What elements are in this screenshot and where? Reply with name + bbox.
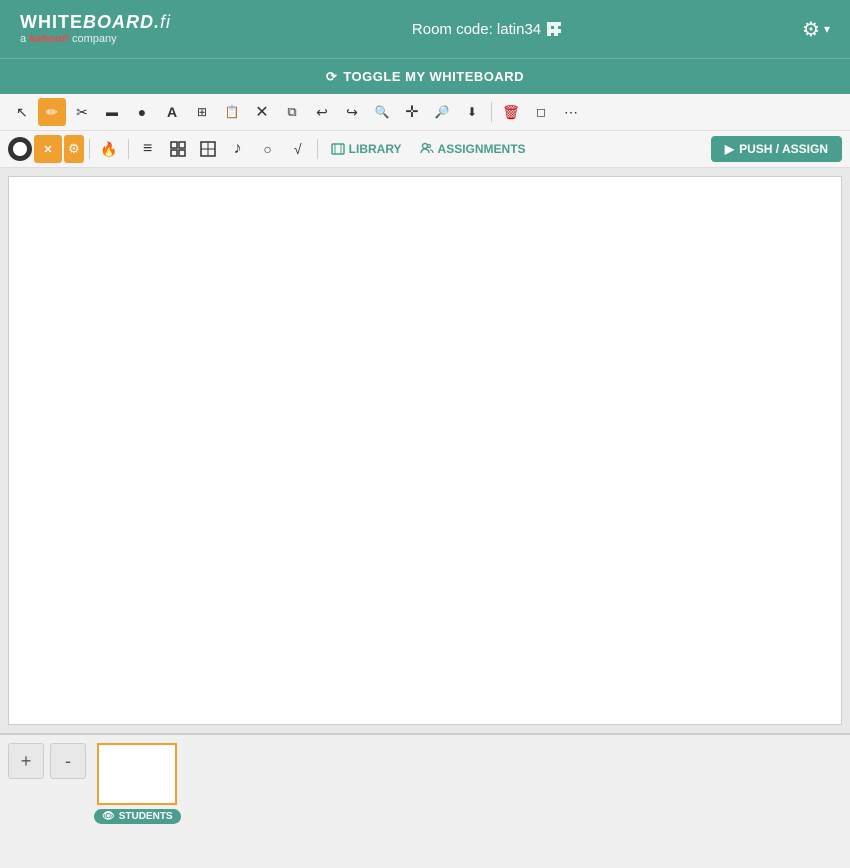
more-tool[interactable]: ⋯ [557, 98, 585, 126]
push-icon: ▶ [725, 142, 734, 156]
assignments-btn[interactable]: ASSIGNMENTS [412, 138, 534, 160]
students-eye-icon: 👁 [102, 811, 115, 822]
header: WHITEBOARD.fi a kahoot! company Room cod… [0, 0, 850, 58]
grid2-icon [200, 141, 216, 157]
lines-btn[interactable]: ≡ [134, 135, 162, 163]
bottom-panel: + - 👁 STUDENTS [0, 733, 850, 841]
chevron-down-icon: ▾ [824, 22, 830, 36]
page-thumbnail-area: 👁 STUDENTS [94, 743, 181, 824]
cross-tool[interactable]: ✕ [248, 98, 276, 126]
settings-button[interactable]: ⚙ ▾ [802, 17, 830, 42]
move-tool[interactable]: ✛ [398, 98, 426, 126]
copy-tool[interactable]: ⧉ [278, 98, 306, 126]
whiteboard[interactable] [8, 176, 842, 725]
logo-title: WHITEBOARD.fi [20, 12, 171, 34]
library-icon [331, 142, 345, 156]
room-code-text: Room code: latin34 [412, 21, 541, 38]
toggle-bar-inner: ⟳ TOGGLE MY WHITEBOARD [326, 69, 524, 85]
toolbar-area: ↖ ✏ ✂ ▬ ● A ⊞ 📋 ✕ ⧉ ↩ ↪ 🔍 ✛ 🔎 ⬇ 🗑 ◻ ⋯ ✕ … [0, 94, 850, 168]
row2-sep3 [317, 139, 318, 159]
logo-area: WHITEBOARD.fi a kahoot! company [20, 12, 171, 47]
pencil-tool[interactable]: ✏ [38, 98, 66, 126]
settings-icon[interactable]: ⚙ [802, 17, 820, 42]
kahoot-logo: kahoot! [29, 33, 69, 45]
grid-btn[interactable] [164, 135, 192, 163]
toggle-whiteboard-bar[interactable]: ⟳ TOGGLE MY WHITEBOARD [0, 58, 850, 94]
zoom-search-tool[interactable]: 🔍 [368, 98, 396, 126]
doc-tool[interactable]: 📋 [218, 98, 246, 126]
page-controls: + - [8, 743, 86, 779]
toolbar-row2: ✕ ⚙ 🔥 ≡ ♪ ○ √ [0, 131, 850, 167]
students-label: STUDENTS [119, 811, 173, 822]
scissors-tool[interactable]: ✂ [68, 98, 96, 126]
toolbar-row1: ↖ ✏ ✂ ▬ ● A ⊞ 📋 ✕ ⧉ ↩ ↪ 🔍 ✛ 🔎 ⬇ 🗑 ◻ ⋯ [0, 94, 850, 131]
push-assign-label: PUSH / ASSIGN [739, 142, 828, 156]
settings-in-orange: ⚙ [68, 141, 80, 157]
rect-tool[interactable]: ▬ [98, 98, 126, 126]
add-page-button[interactable]: + [8, 743, 44, 779]
image-tool[interactable]: ⊞ [188, 98, 216, 126]
push-assign-button[interactable]: ▶ PUSH / ASSIGN [711, 136, 842, 162]
toggle-icon: ⟳ [326, 69, 337, 85]
students-badge[interactable]: 👁 STUDENTS [94, 809, 181, 824]
zoom-fit-tool[interactable]: 🔎 [428, 98, 456, 126]
undo-tool[interactable]: ↩ [308, 98, 336, 126]
circle-tool[interactable]: ● [128, 98, 156, 126]
logo-sub: a kahoot! company [20, 33, 171, 46]
clear-tool[interactable]: ◻ [527, 98, 555, 126]
room-code: Room code: latin34 [412, 21, 561, 38]
x-orange-btn[interactable]: ✕ [34, 135, 62, 163]
canvas-area[interactable] [0, 168, 850, 733]
assignments-icon [420, 142, 434, 156]
delete-tool[interactable]: 🗑 [497, 98, 525, 126]
pointer-tool[interactable]: ↖ [8, 98, 36, 126]
page-thumbnail[interactable] [97, 743, 177, 805]
assignments-label: ASSIGNMENTS [438, 142, 526, 156]
grid-icon [170, 141, 186, 157]
toggle-label: TOGGLE MY WHITEBOARD [343, 69, 524, 84]
download-tool[interactable]: ⬇ [458, 98, 486, 126]
toolbar-sep [491, 102, 492, 122]
music-btn[interactable]: ♪ [224, 135, 252, 163]
circle2-btn[interactable]: ○ [254, 135, 282, 163]
grid2-btn[interactable] [194, 135, 222, 163]
orange-settings-box[interactable]: ⚙ [64, 135, 84, 163]
remove-page-button[interactable]: - [50, 743, 86, 779]
grid-icon [547, 22, 561, 36]
row2-sep2 [128, 139, 129, 159]
text-tool[interactable]: A [158, 98, 186, 126]
redo-tool[interactable]: ↪ [338, 98, 366, 126]
library-label: LIBRARY [349, 142, 402, 156]
row2-sep1 [89, 139, 90, 159]
sqrt-btn[interactable]: √ [284, 135, 312, 163]
library-btn[interactable]: LIBRARY [323, 138, 410, 160]
fire-btn[interactable]: 🔥 [95, 135, 123, 163]
color-black-btn[interactable] [8, 137, 32, 161]
